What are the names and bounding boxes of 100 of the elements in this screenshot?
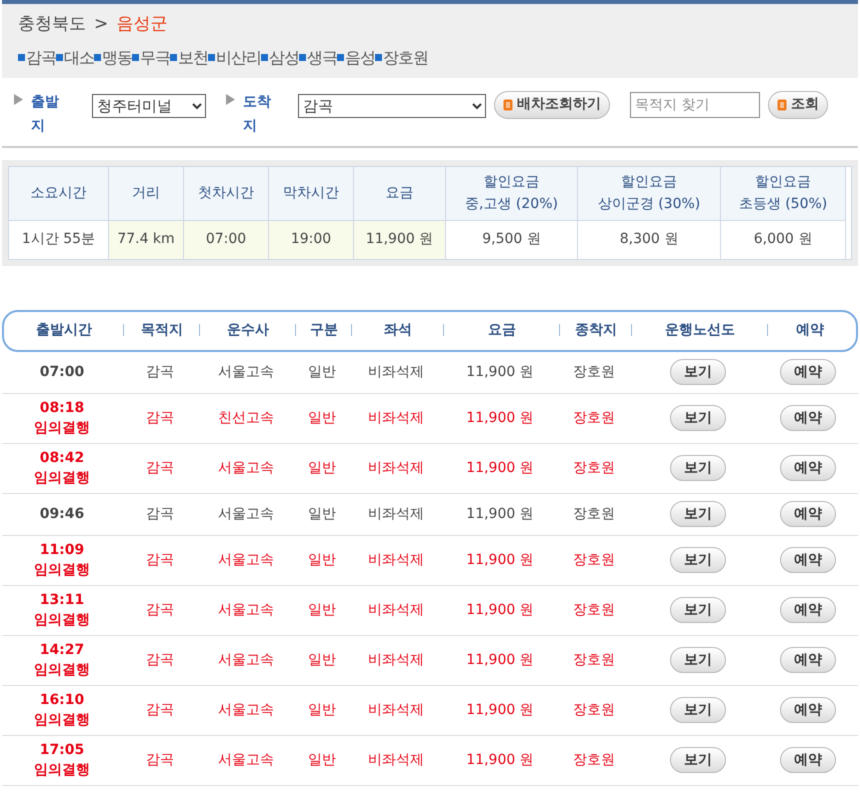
- table-cell-text: 감곡: [146, 458, 174, 478]
- table-cell-text: 감곡: [146, 600, 174, 620]
- column-header: 목적지: [141, 321, 183, 340]
- town-link[interactable]: 음성: [345, 46, 375, 70]
- column-header: 출발시간: [36, 321, 92, 340]
- lookup-button[interactable]: 배차조회하기: [494, 90, 610, 118]
- table-cell-text: 일반: [308, 700, 336, 720]
- province-name[interactable]: 충청북도: [18, 12, 86, 38]
- table-cell-text: 비좌석제: [368, 750, 424, 770]
- departure-time: 09:46: [38, 505, 86, 524]
- column-header: 구분: [310, 321, 338, 340]
- square-bullet-icon: [18, 54, 25, 61]
- departure-time: 08:18 임의결행: [33, 399, 91, 438]
- summary-header-cell: 할인요금 상이군경 (30%): [578, 166, 721, 220]
- table-cell-text: 장호원: [573, 362, 615, 382]
- town-link[interactable]: 무극: [140, 46, 170, 70]
- reserve-button[interactable]: 예약: [780, 405, 836, 431]
- table-cell-text: 비좌석제: [368, 550, 424, 570]
- view-route-button[interactable]: 보기: [670, 647, 726, 673]
- square-bullet-icon: [375, 54, 382, 61]
- view-route-button[interactable]: 보기: [670, 359, 726, 385]
- square-bullet-icon: [299, 54, 306, 61]
- table-cell-text: 일반: [308, 458, 336, 478]
- table-cell-text: 감곡: [146, 504, 174, 524]
- town-link[interactable]: 대소: [64, 46, 94, 70]
- document-icon: [503, 98, 513, 110]
- table-cell-text: 일반: [308, 362, 336, 382]
- square-bullet-icon: [94, 54, 101, 61]
- view-route-button[interactable]: 보기: [670, 697, 726, 723]
- table-cell-text: 비좌석제: [368, 458, 424, 478]
- reserve-button[interactable]: 예약: [780, 697, 836, 723]
- table-cell-text: 11,900 원: [466, 700, 534, 720]
- table-cell-text: 비좌석제: [368, 408, 424, 428]
- table-cell-text: 11,900 원: [466, 504, 534, 524]
- view-route-button[interactable]: 보기: [670, 547, 726, 573]
- arrival-select[interactable]: 감곡: [298, 94, 486, 118]
- table-cell-text: 서울고속: [218, 700, 274, 720]
- table-cell-text: 서울고속: [218, 600, 274, 620]
- departure-time: 11:09 임의결행: [33, 541, 91, 580]
- table-cell-text: 장호원: [573, 408, 615, 428]
- table-cell-text: 비좌석제: [368, 362, 424, 382]
- table-cell-text: 일반: [308, 504, 336, 524]
- table-cell-text: 장호원: [573, 600, 615, 620]
- square-bullet-icon: [170, 54, 177, 61]
- reserve-button[interactable]: 예약: [780, 597, 836, 623]
- departure-time: 07:00: [38, 363, 86, 382]
- destination-search-field[interactable]: 목적지 찾기: [630, 92, 760, 118]
- view-route-button[interactable]: 보기: [670, 597, 726, 623]
- summary-cell: 6,000 원: [721, 220, 846, 258]
- town-link[interactable]: 생극: [307, 46, 337, 70]
- table-cell-text: 서울고속: [218, 362, 274, 382]
- table-cell-text: 11,900 원: [466, 550, 534, 570]
- square-bullet-icon: [261, 54, 268, 61]
- table-cell-text: 일반: [308, 750, 336, 770]
- table-cell-text: 일반: [308, 600, 336, 620]
- column-header: 운수사: [227, 321, 269, 340]
- summary-header-cell: 소요시간: [9, 166, 109, 220]
- departure-time: 13:11 임의결행: [33, 591, 91, 630]
- table-cell-text: 감곡: [146, 700, 174, 720]
- reserve-button[interactable]: 예약: [780, 747, 836, 773]
- document-icon: [777, 98, 787, 110]
- view-route-button[interactable]: 보기: [670, 747, 726, 773]
- arrival-label: 도착지: [243, 92, 272, 136]
- view-route-button[interactable]: 보기: [670, 405, 726, 431]
- summary-header-cell: 할인요금 중,고생 (20%): [446, 166, 578, 220]
- town-link[interactable]: 삼성: [269, 46, 299, 70]
- reserve-button[interactable]: 예약: [780, 359, 836, 385]
- reserve-button[interactable]: 예약: [780, 647, 836, 673]
- departure-select[interactable]: 청주터미널: [92, 94, 206, 118]
- table-cell-text: 일반: [308, 550, 336, 570]
- square-bullet-icon: [208, 54, 215, 61]
- town-link[interactable]: 감곡: [26, 46, 56, 70]
- table-cell-text: 장호원: [573, 650, 615, 670]
- triangle-icon: [14, 94, 23, 104]
- table-cell-text: 서울고속: [218, 458, 274, 478]
- view-route-button[interactable]: 보기: [670, 455, 726, 481]
- view-route-button[interactable]: 보기: [670, 501, 726, 527]
- table-cell-text: 친선고속: [218, 408, 274, 428]
- table-cell-text: 11,900 원: [466, 458, 534, 478]
- summary-header-cell: 할인요금 초등생 (50%): [721, 166, 846, 220]
- summary-header-cell: 막차시간: [269, 166, 354, 220]
- table-cell-text: 서울고속: [218, 504, 274, 524]
- table-cell-text: 서울고속: [218, 750, 274, 770]
- column-header: 좌석: [384, 321, 412, 340]
- town-link[interactable]: 맹동: [102, 46, 132, 70]
- triangle-icon: [226, 94, 235, 104]
- summary-cell: 11,900 원: [354, 220, 446, 258]
- find-button[interactable]: 조회: [768, 90, 828, 118]
- town-link[interactable]: 비산리: [216, 46, 261, 70]
- reserve-button[interactable]: 예약: [780, 455, 836, 481]
- table-cell-text: 11,900 원: [466, 600, 534, 620]
- town-link[interactable]: 보천: [178, 46, 208, 70]
- reserve-button[interactable]: 예약: [780, 501, 836, 527]
- square-bullet-icon: [337, 54, 344, 61]
- reserve-button[interactable]: 예약: [780, 547, 836, 573]
- town-link[interactable]: 장호원: [383, 46, 428, 70]
- table-cell-text: 장호원: [573, 504, 615, 524]
- column-header: 예약: [796, 321, 824, 340]
- table-cell-text: 장호원: [573, 750, 615, 770]
- table-cell-text: 일반: [308, 408, 336, 428]
